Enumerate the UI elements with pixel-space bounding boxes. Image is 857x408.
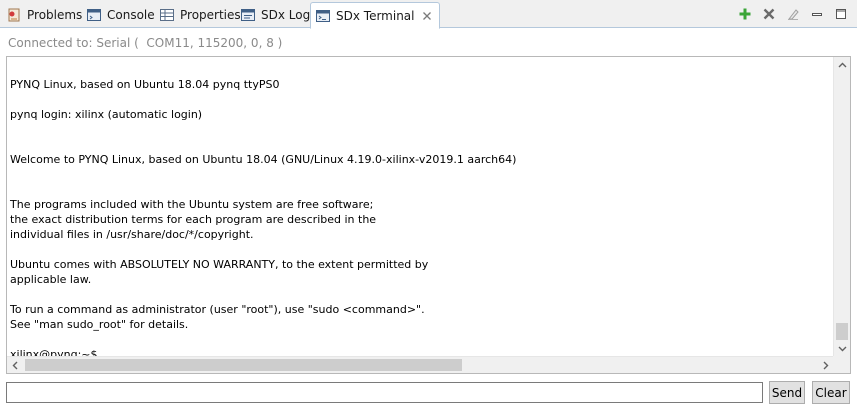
- tab-console-label: Console: [107, 8, 155, 22]
- terminal-icon: [315, 8, 331, 24]
- tab-sdx-log[interactable]: SDx Log: [236, 2, 316, 28]
- terminal-command-input[interactable]: [6, 382, 763, 403]
- add-terminal-icon[interactable]: [737, 6, 753, 22]
- minimize-icon[interactable]: [809, 6, 825, 22]
- terminal-line: The programs included with the Ubuntu sy…: [10, 198, 374, 211]
- terminal-line: Welcome to PYNQ Linux, based on Ubuntu 1…: [10, 153, 517, 166]
- terminal-line: To run a command as administrator (user …: [10, 303, 425, 316]
- terminal-line: the exact distribution terms for each pr…: [10, 213, 377, 226]
- tab-properties[interactable]: Properties: [155, 2, 247, 28]
- close-icon[interactable]: [421, 10, 433, 22]
- send-button[interactable]: Send: [769, 381, 805, 404]
- tab-properties-label: Properties: [180, 8, 241, 22]
- terminal-line: applicable law.: [10, 273, 92, 286]
- properties-icon: [159, 7, 175, 23]
- clear-button[interactable]: Clear: [812, 381, 850, 404]
- problems-icon: [6, 7, 22, 23]
- scroll-left-icon[interactable]: [7, 357, 23, 373]
- horizontal-scrollbar[interactable]: [7, 356, 834, 373]
- terminal-line: PYNQ Linux, based on Ubuntu 18.04 pynq t…: [10, 78, 280, 91]
- terminal-text: PYNQ Linux, based on Ubuntu 18.04 pynq t…: [10, 62, 516, 362]
- terminal-output[interactable]: PYNQ Linux, based on Ubuntu 18.04 pynq t…: [6, 56, 851, 374]
- vertical-scrollbar[interactable]: [833, 57, 850, 357]
- tab-console[interactable]: Console: [82, 2, 161, 28]
- tab-sdx-terminal-label: SDx Terminal: [336, 8, 415, 23]
- terminal-line: pynq login: xilinx (automatic login): [10, 108, 203, 121]
- scroll-right-icon[interactable]: [818, 357, 834, 373]
- clear-icon[interactable]: [785, 6, 801, 22]
- tab-problems[interactable]: Problems: [2, 2, 88, 28]
- terminal-line: See "man sudo_root" for details.: [10, 318, 189, 331]
- connection-status: Connected to: Serial ( COM11, 115200, 0,…: [8, 36, 283, 50]
- terminal-line: individual files in /usr/share/doc/*/cop…: [10, 228, 254, 241]
- scrollbar-corner: [833, 356, 850, 373]
- tab-sdx-log-label: SDx Log: [261, 8, 311, 22]
- terminal-line: Ubuntu comes with ABSOLUTELY NO WARRANTY…: [10, 258, 429, 271]
- scroll-down-icon[interactable]: [834, 341, 850, 357]
- tab-sdx-terminal[interactable]: SDx Terminal: [310, 2, 440, 29]
- tab-problems-label: Problems: [27, 8, 83, 22]
- view-toolbar: [737, 6, 849, 22]
- scroll-up-icon[interactable]: [834, 57, 850, 73]
- log-icon: [240, 7, 256, 23]
- remove-terminal-icon[interactable]: [761, 6, 777, 22]
- maximize-icon[interactable]: [833, 6, 849, 22]
- vertical-scroll-thumb[interactable]: [836, 323, 848, 340]
- console-icon: [86, 7, 102, 23]
- horizontal-scroll-thumb[interactable]: [25, 359, 462, 371]
- view-tab-bar: Problems Console Properties SDx Log SDx …: [0, 0, 857, 29]
